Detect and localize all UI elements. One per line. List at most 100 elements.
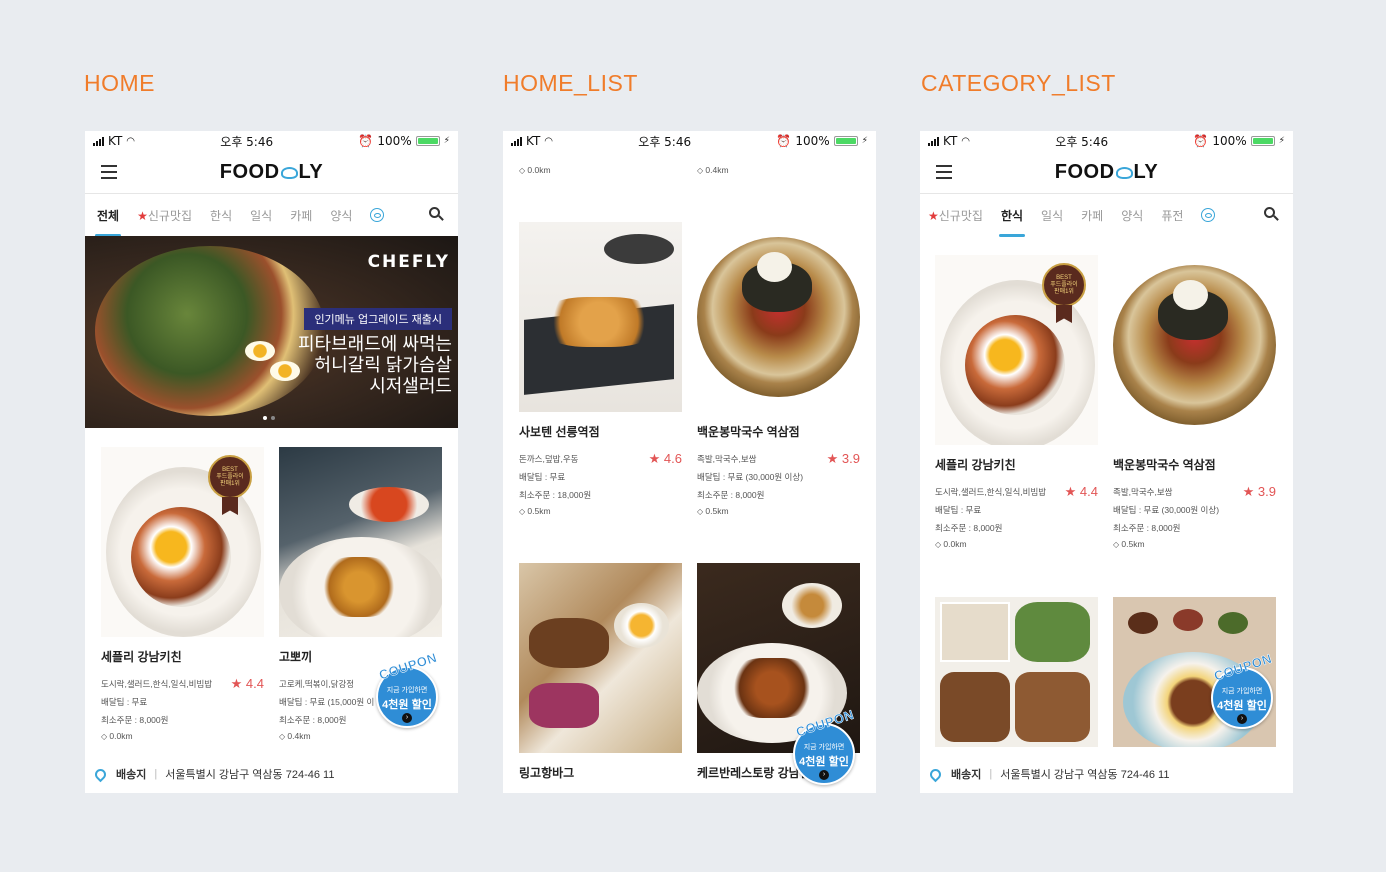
category-tabs: ★신규맛집 한식 일식 카페 양식 퓨전 — [920, 194, 1293, 237]
restaurant-image — [697, 222, 860, 412]
logo-text-left: FOOD — [1054, 160, 1115, 183]
restaurant-image — [1113, 255, 1276, 445]
coupon-line-2: 4천원 할인 — [799, 756, 849, 768]
signal-icon — [511, 136, 522, 146]
tab-new-label: 신규맛집 — [938, 208, 983, 223]
more-categories-icon[interactable] — [370, 208, 385, 222]
menu-icon[interactable] — [936, 165, 952, 179]
app-logo[interactable]: FOOD LY — [1055, 161, 1159, 184]
battery-icon — [1250, 136, 1275, 146]
tab-cafe[interactable]: 카페 — [1081, 207, 1103, 224]
restaurant-meta: 도시락,샐러드,한식,일식,비빔밥 배달팁 : 무료 최소주문 : 8,000원… — [935, 483, 1098, 537]
logo-cloud-icon — [1115, 167, 1133, 179]
rating: ★ 4.6 — [648, 451, 682, 466]
coupon-line-1: 지금 가입하면 — [386, 687, 428, 694]
restaurant-grid: 사보텐 선릉역점 돈까스,덮밥,우동 배달팁 : 무료 최소주문 : 18,00… — [519, 222, 860, 516]
delivery-address-bar[interactable]: 배송지 | 서울특별시 강남구 역삼동 724-46 11 — [920, 755, 1293, 793]
coupon-line-1: 지금 가입하면 — [1221, 688, 1263, 695]
delivery-address-bar[interactable]: 배송지 | 서울특별시 강남구 역삼동 724-46 11 — [85, 755, 458, 793]
logo-text-right: LY — [1133, 160, 1159, 183]
phone-category-list: KT ◠ 오후 5:46 ⏰ 100% ⚡ FOOD LY ★신규맛집 한식 일식… — [920, 131, 1293, 793]
section-title-category-list: CATEGORY_LIST — [921, 70, 1116, 96]
egg-image — [270, 361, 300, 381]
minimum-order: 최소주문 : 8,000원 — [1113, 523, 1181, 533]
rating: ★ 4.4 — [230, 676, 264, 691]
battery-icon — [833, 136, 858, 146]
salad-image — [95, 246, 325, 416]
distance: 0.4km — [279, 731, 442, 741]
app-header: FOOD LY — [85, 151, 458, 194]
restaurant-card[interactable]: 백운봉막국수 역삼점 족발,막국수,보쌈 배달팁 : 무료 (30,000원 이… — [1113, 255, 1276, 549]
restaurant-meta: 도시락,샐러드,한식,일식,비빔밥 배달팁 : 무료 최소주문 : 8,000원… — [101, 675, 264, 729]
restaurant-name: 사보텐 선릉역점 — [519, 425, 600, 439]
coupon-line-1: 지금 가입하면 — [803, 744, 845, 751]
address-text: 서울특별시 강남구 역삼동 724-46 11 — [165, 769, 335, 781]
minimum-order: 최소주문 : 8,000원 — [697, 490, 765, 500]
restaurant-card[interactable]: 링고항바그 — [519, 563, 682, 781]
battery-percent: 100% — [377, 134, 412, 148]
distance: 0.5km — [1113, 539, 1276, 549]
tab-all[interactable]: 전체 — [94, 207, 122, 237]
banner-brand: CHEFLY — [367, 252, 450, 272]
battery-percent: 100% — [795, 134, 830, 148]
search-icon[interactable] — [1264, 207, 1275, 218]
coupon-button[interactable]: COUPON 지금 가입하면 4천원 할인 › — [376, 650, 439, 728]
restaurant-card[interactable]: 백운봉막국수 역삼점 족발,막국수,보쌈 배달팁 : 무료 (30,000원 이… — [697, 222, 860, 516]
banner-line-3: 시저샐러드 — [369, 376, 452, 396]
promo-banner[interactable]: CHEFLY 인기메뉴 업그레이드 재출시 피타브래드에 싸먹는 허니갈릭 닭가… — [85, 236, 458, 428]
restaurant-card[interactable]: 사보텐 선릉역점 돈까스,덮밥,우동 배달팁 : 무료 최소주문 : 18,00… — [519, 222, 682, 516]
tab-korean[interactable]: 한식 — [210, 207, 232, 224]
restaurant-card[interactable] — [935, 597, 1098, 747]
menu-icon[interactable] — [101, 165, 117, 179]
delivery-tip: 배달팁 : 무료 — [519, 472, 566, 482]
coupon-line-2: 4천원 할인 — [1217, 700, 1267, 712]
app-logo[interactable]: FOOD LY — [220, 161, 324, 184]
wifi-icon: ◠ — [126, 135, 136, 147]
tab-japanese[interactable]: 일식 — [250, 207, 272, 224]
logo-cloud-icon — [280, 167, 298, 179]
delivery-tip: 배달팁 : 무료 — [935, 505, 982, 515]
restaurant-image — [935, 597, 1098, 747]
restaurant-card[interactable]: BEST 푸드플라이 판매1위 세플리 강남키친 도시락,샐러드,한식,일식,비빔밥… — [101, 447, 264, 741]
coupon-button[interactable]: COUPON 지금 가입하면 4천원 할인 › — [1211, 651, 1274, 729]
section-title-home-list: HOME_LIST — [503, 70, 638, 96]
restaurant-name: 백운봉막국수 역삼점 — [697, 425, 800, 439]
restaurant-name: 세플리 강남키친 — [101, 650, 182, 664]
tab-new-label: 신규맛집 — [147, 208, 193, 223]
phone-home: KT ◠ 오후 5:46 ⏰ 100% ⚡ FOOD LY 전체 ★신규맛집 한식… — [85, 131, 458, 793]
battery-icon — [415, 136, 440, 146]
best-ribbon-badge: BEST 푸드플라이 판매1위 — [1042, 263, 1086, 307]
divider: | — [989, 768, 993, 780]
delivery-tip: 배달팁 : 무료 — [101, 697, 148, 707]
tab-japanese[interactable]: 일식 — [1041, 207, 1063, 224]
restaurant-meta: 돈까스,덮밥,우동 배달팁 : 무료 최소주문 : 18,000원 ★ 4.6 — [519, 450, 682, 504]
search-icon[interactable] — [429, 207, 440, 218]
minimum-order: 최소주문 : 8,000원 — [101, 715, 169, 725]
restaurant-image — [519, 563, 682, 753]
status-time: 오후 5:46 — [638, 134, 692, 149]
phone-home-list: KT ◠ 오후 5:46 ⏰ 100% ⚡ 0.0km 0.4km 사보텐 선릉… — [503, 131, 876, 793]
coupon-arrow-icon: › — [1237, 714, 1247, 724]
restaurant-image: BEST 푸드플라이 판매1위 — [935, 255, 1098, 445]
battery-percent: 100% — [1212, 134, 1247, 148]
status-bar: KT ◠ 오후 5:46 ⏰ 100% ⚡ — [920, 131, 1293, 151]
tab-new[interactable]: ★신규맛집 — [137, 207, 192, 224]
coupon-button[interactable]: COUPON 지금 가입하면 4천원 할인 › — [793, 707, 856, 785]
tab-fusion[interactable]: 퓨전 — [1161, 207, 1183, 224]
more-categories-icon[interactable] — [1201, 208, 1216, 222]
tab-korean[interactable]: 한식 — [998, 207, 1026, 237]
carrier: KT — [526, 134, 541, 148]
rating: ★ 3.9 — [1242, 484, 1276, 499]
banner-headline: 피타브래드에 싸먹는 허니갈릭 닭가슴살 시저샐러드 — [298, 334, 452, 397]
tab-cafe[interactable]: 카페 — [290, 207, 312, 224]
tab-western[interactable]: 양식 — [1121, 207, 1143, 224]
tab-western[interactable]: 양식 — [330, 207, 352, 224]
banner-pagination — [263, 416, 275, 420]
distance: 0.0km — [101, 731, 264, 741]
delivery-tip: 배달팁 : 무료 (30,000원 이상) — [1113, 505, 1220, 515]
tab-new[interactable]: ★신규맛집 — [928, 207, 983, 224]
restaurant-card[interactable]: BEST 푸드플라이 판매1위 세플리 강남키친 도시락,샐러드,한식,일식,비빔밥… — [935, 255, 1098, 549]
signal-icon — [93, 136, 104, 146]
minimum-order: 최소주문 : 8,000원 — [935, 523, 1003, 533]
restaurant-image: BEST 푸드플라이 판매1위 — [101, 447, 264, 637]
